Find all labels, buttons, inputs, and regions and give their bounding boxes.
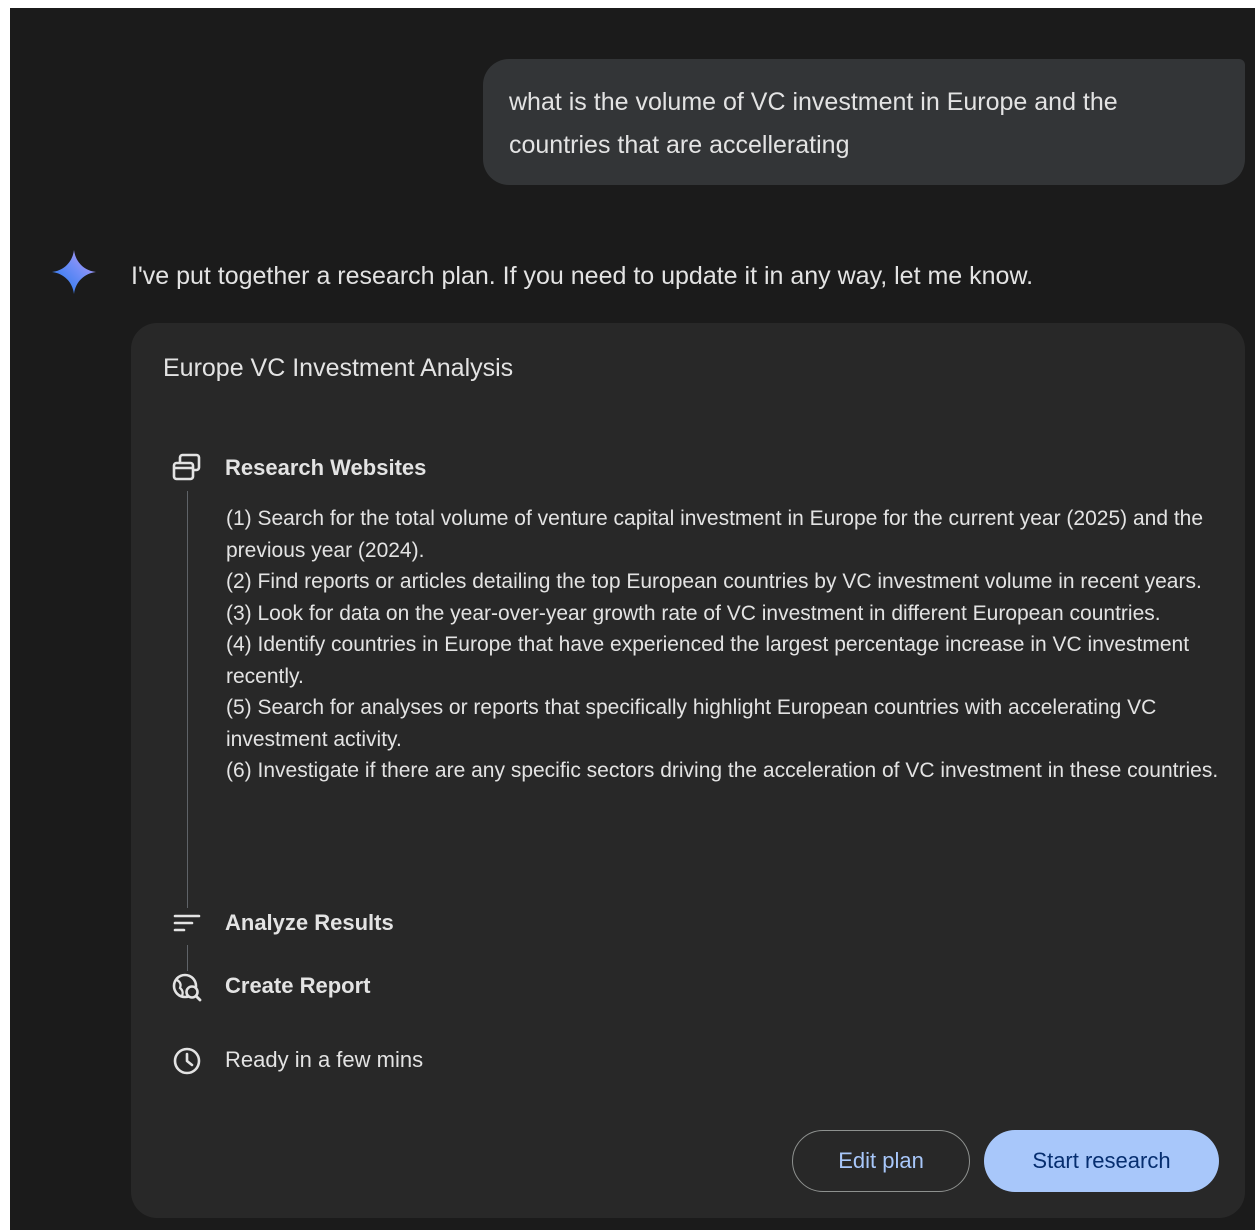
- plan-step-5: (5) Search for analyses or reports that …: [226, 696, 1157, 751]
- plan-step-1: (1) Search for the total volume of ventu…: [226, 507, 1204, 562]
- edit-plan-button[interactable]: Edit plan: [792, 1130, 970, 1192]
- assistant-intro-text: I've put together a research plan. If yo…: [131, 262, 1034, 290]
- stage-label-analyze-results: Analyze Results: [225, 910, 394, 935]
- user-message-bubble: what is the volume of VC investment in E…: [483, 59, 1245, 185]
- stage-label-create-report: Create Report: [225, 973, 371, 998]
- stage-label-research-websites: Research Websites: [225, 455, 427, 480]
- plan-step-6: (6) Investigate if there are any specifi…: [226, 759, 1219, 782]
- plan-step-3: (3) Look for data on the year-over-year …: [226, 601, 1161, 625]
- stage-connector-line: [187, 491, 188, 908]
- eta-label: Ready in a few mins: [225, 1047, 424, 1072]
- plan-title: Europe VC Investment Analysis: [163, 354, 514, 382]
- chat-screen: what is the volume of VC investment in E…: [10, 8, 1255, 1230]
- browser-windows-icon: [172, 453, 201, 481]
- globe-search-icon: [172, 973, 202, 1002]
- plan-step-2: (2) Find reports or articles detailing t…: [226, 570, 1202, 593]
- gemini-spark-icon: [52, 250, 96, 294]
- start-research-button[interactable]: Start research: [984, 1130, 1219, 1192]
- clock-icon: [173, 1047, 201, 1075]
- research-plan-card: Europe VC Investment Analysis Research W…: [131, 323, 1245, 1218]
- plan-step-4: (4) Identify countries in Europe that ha…: [226, 633, 1190, 688]
- user-message-text: what is the volume of VC investment in E…: [509, 88, 1118, 159]
- stage-connector-line: [187, 945, 188, 971]
- plan-steps-list: (1) Search for the total volume of ventu…: [226, 503, 1226, 787]
- sort-lines-icon: [173, 914, 201, 932]
